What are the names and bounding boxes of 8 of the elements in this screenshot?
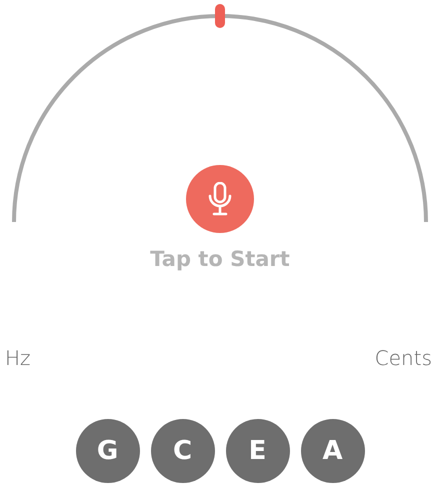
microphone-icon bbox=[207, 182, 233, 216]
tuner-needle bbox=[215, 4, 225, 28]
string-button[interactable]: E bbox=[226, 419, 290, 483]
string-button[interactable]: C bbox=[150, 419, 214, 483]
string-button[interactable]: A bbox=[300, 419, 364, 483]
cents-label: Cents bbox=[374, 345, 432, 372]
frequency-label: Hz bbox=[5, 345, 31, 372]
string-button[interactable]: G bbox=[76, 419, 140, 483]
